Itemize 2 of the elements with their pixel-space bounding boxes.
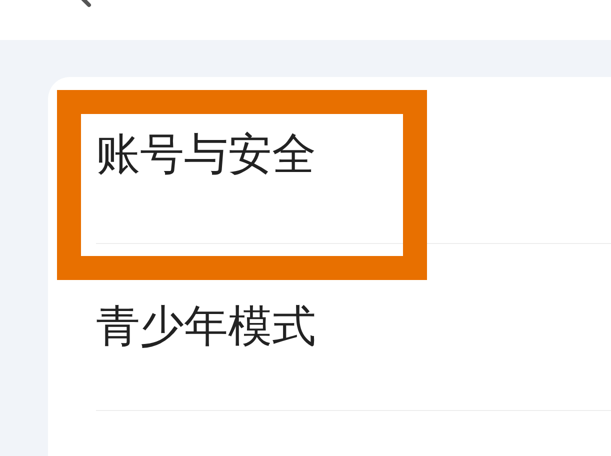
settings-item[interactable]: 账号与安全 — [96, 133, 316, 177]
settings-item[interactable]: 青少年模式 — [96, 305, 316, 349]
